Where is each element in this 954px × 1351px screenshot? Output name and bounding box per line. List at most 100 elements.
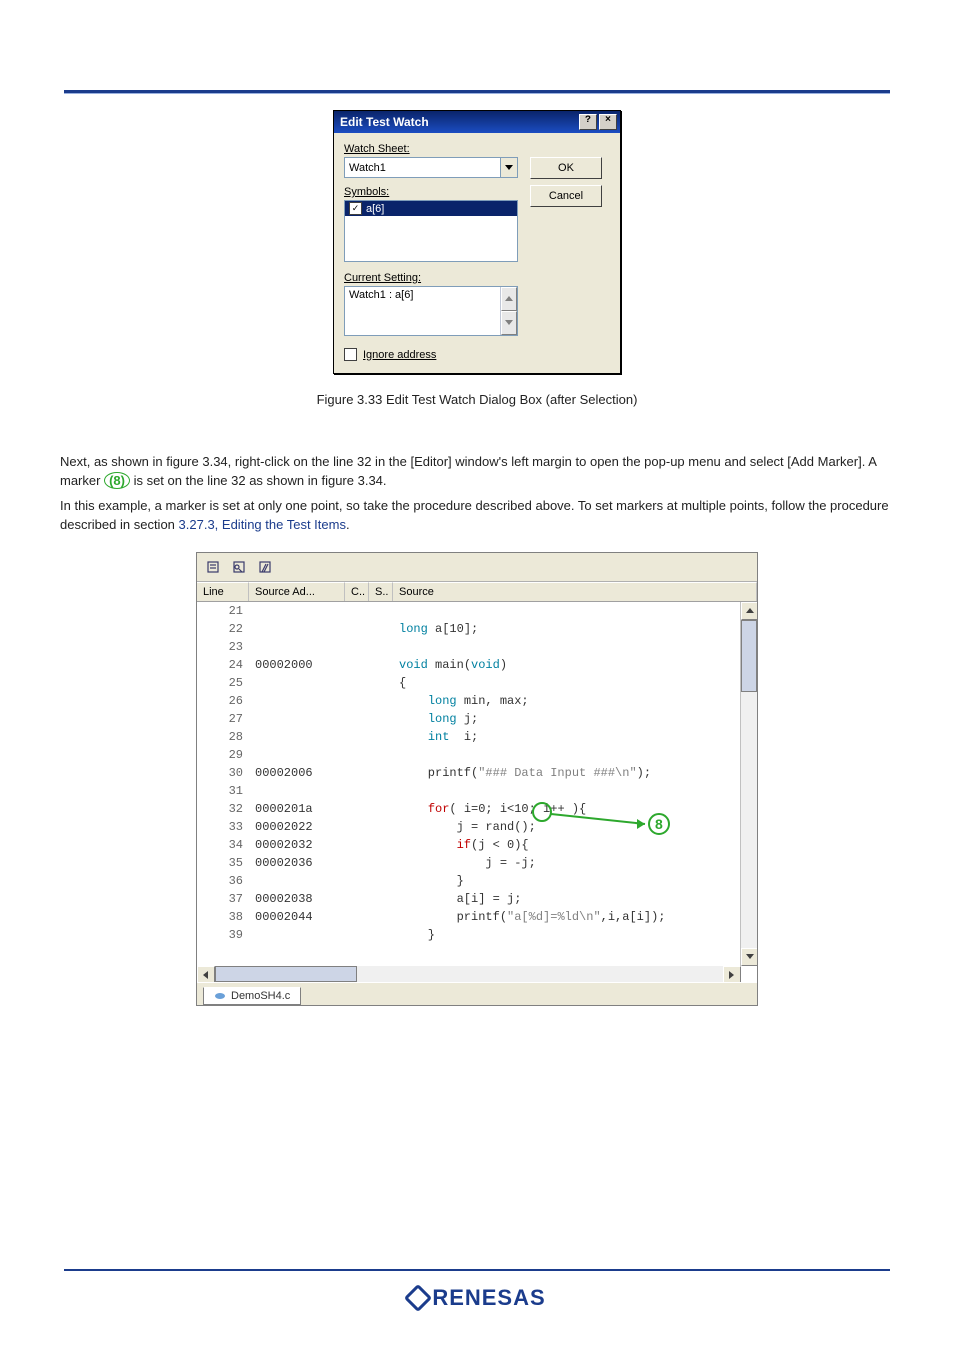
cell-source: a[i] = j;: [393, 890, 757, 908]
cell-addr: 00002032: [249, 836, 345, 854]
cell-c: [345, 818, 369, 836]
col-line: Line: [197, 582, 249, 601]
cell-line: 36: [197, 872, 249, 890]
cell-addr: [249, 620, 345, 638]
ignore-address-label: Ignore address: [363, 349, 436, 361]
cell-c: [345, 764, 369, 782]
cell-c: [345, 638, 369, 656]
close-icon[interactable]: ×: [599, 114, 617, 130]
cell-c: [345, 692, 369, 710]
scroll-thumb[interactable]: [741, 620, 757, 692]
col-addr: Source Ad...: [249, 582, 345, 601]
cell-line: 37: [197, 890, 249, 908]
scroll-left-icon[interactable]: [197, 966, 215, 982]
toolbar-icon-1[interactable]: [201, 556, 225, 578]
cell-line: 27: [197, 710, 249, 728]
cell-addr: 00002036: [249, 854, 345, 872]
table-row: 3800002044 printf("a[%d]=%ld\n",i,a[i]);: [197, 908, 757, 926]
cell-addr: 00002022: [249, 818, 345, 836]
cell-s: [369, 908, 393, 926]
cell-line: 39: [197, 926, 249, 944]
cell-s: [369, 710, 393, 728]
toolbar-icon-3[interactable]: [253, 556, 277, 578]
scroll-down-icon[interactable]: [741, 948, 757, 966]
spin-up-icon[interactable]: [501, 287, 517, 311]
cell-source: }: [393, 926, 757, 944]
cancel-button[interactable]: Cancel: [530, 185, 602, 207]
current-setting-label: Current Setting:: [344, 272, 518, 284]
watch-sheet-combo[interactable]: [344, 157, 518, 178]
cell-line: 30: [197, 764, 249, 782]
dialog-titlebar[interactable]: Edit Test Watch ? ×: [334, 111, 620, 133]
toolbar-icon-2[interactable]: [227, 556, 251, 578]
watch-sheet-label: Watch Sheet:: [344, 143, 518, 155]
cell-addr: [249, 728, 345, 746]
cell-source: [393, 782, 757, 800]
symbols-label: Symbols:: [344, 186, 518, 198]
cell-source: [393, 746, 757, 764]
cell-s: [369, 656, 393, 674]
cell-source: [393, 602, 757, 620]
cell-s: [369, 746, 393, 764]
cell-addr: [249, 674, 345, 692]
spin-down-icon[interactable]: [501, 311, 517, 335]
table-row: 320000201a for( i=0; i<10; i++ ){: [197, 800, 757, 818]
table-row: 21: [197, 602, 757, 620]
cell-c: [345, 620, 369, 638]
para-2-link: 3.27.3, Editing the Test Items: [179, 517, 346, 532]
editor-rows: 2122long a[10];232400002000void main(voi…: [197, 602, 757, 944]
cell-source: [393, 638, 757, 656]
cell-c: [345, 908, 369, 926]
symbols-listbox[interactable]: ✓ a[6]: [344, 200, 518, 262]
cell-addr: [249, 926, 345, 944]
help-icon[interactable]: ?: [579, 114, 597, 130]
current-setting-box[interactable]: Watch1 : a[6]: [344, 286, 518, 336]
cell-s: [369, 890, 393, 908]
cell-addr: 00002000: [249, 656, 345, 674]
edit-test-watch-dialog: Edit Test Watch ? × Watch Sheet: Symbols…: [333, 110, 621, 374]
col-source: Source: [393, 582, 757, 601]
ok-button[interactable]: OK: [530, 157, 602, 179]
figure-caption-1: Figure 3.33 Edit Test Watch Dialog Box (…: [60, 392, 894, 407]
editor-toolbar: [197, 553, 757, 582]
cell-line: 32: [197, 800, 249, 818]
ignore-address-checkbox[interactable]: Ignore address: [344, 348, 518, 361]
cell-source: void main(void): [393, 656, 757, 674]
cell-s: [369, 764, 393, 782]
cell-addr: 00002038: [249, 890, 345, 908]
table-row: 3500002036 j = -j;: [197, 854, 757, 872]
cell-addr: [249, 638, 345, 656]
cell-s: [369, 728, 393, 746]
cell-line: 21: [197, 602, 249, 620]
editor-tabs: DemoSH4.c: [197, 982, 757, 1005]
table-row: 3000002006 printf("### Data Input ###\n"…: [197, 764, 757, 782]
cell-s: [369, 638, 393, 656]
cell-line: 38: [197, 908, 249, 926]
cell-c: [345, 674, 369, 692]
scroll-up-icon[interactable]: [741, 602, 757, 620]
table-row: 26 long min, max;: [197, 692, 757, 710]
cell-source: {: [393, 674, 757, 692]
footer-rule: [64, 1269, 890, 1271]
horizontal-scrollbar[interactable]: [197, 966, 741, 982]
chevron-down-icon[interactable]: [500, 158, 517, 177]
cell-s: [369, 854, 393, 872]
cell-c: [345, 926, 369, 944]
vertical-scrollbar[interactable]: [740, 602, 757, 966]
cell-s: [369, 602, 393, 620]
cell-c: [345, 746, 369, 764]
hscroll-thumb[interactable]: [215, 966, 357, 982]
scroll-right-icon[interactable]: [723, 966, 741, 982]
table-row: 3700002038 a[i] = j;: [197, 890, 757, 908]
cell-c: [345, 854, 369, 872]
cell-source: int i;: [393, 728, 757, 746]
cell-c: [345, 602, 369, 620]
cell-source: long j;: [393, 710, 757, 728]
file-tab[interactable]: DemoSH4.c: [203, 987, 301, 1005]
cell-c: [345, 836, 369, 854]
cell-source: for( i=0; i<10; i++ ){: [393, 800, 757, 818]
watch-sheet-input[interactable]: [345, 158, 500, 177]
cell-addr: [249, 602, 345, 620]
symbols-selected-item[interactable]: ✓ a[6]: [345, 201, 517, 216]
cell-s: [369, 872, 393, 890]
